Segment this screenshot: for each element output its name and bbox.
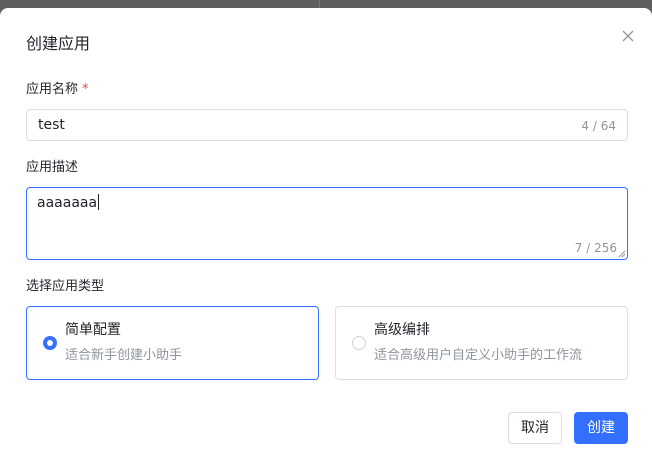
app-type-advanced[interactable]: 高级编排 适合高级用户自定义小助手的工作流 xyxy=(335,306,628,380)
radio-simple-selected[interactable] xyxy=(43,336,57,350)
app-desc-textarea[interactable]: aaaaaaa 7 / 256 xyxy=(26,187,628,260)
app-desc-text: aaaaaaa xyxy=(37,194,100,212)
close-icon xyxy=(622,30,634,42)
dialog-title: 创建应用 xyxy=(26,34,91,53)
app-name-label-text: 应用名称 xyxy=(26,82,79,97)
app-type-advanced-desc: 适合高级用户自定义小助手的工作流 xyxy=(374,348,583,363)
app-name-label: 应用名称 * xyxy=(26,81,89,99)
app-type-simple[interactable]: 简单配置 适合新手创建小助手 xyxy=(26,306,319,380)
text-caret xyxy=(98,194,100,210)
app-name-char-count: 4 / 64 xyxy=(581,119,616,133)
app-desc-label: 应用描述 xyxy=(26,160,79,175)
app-name-input[interactable]: test 4 / 64 xyxy=(26,109,628,141)
app-desc-char-count: 7 / 256 xyxy=(574,241,617,255)
app-name-value: test xyxy=(38,117,65,133)
resize-handle-icon[interactable] xyxy=(618,250,626,258)
cancel-button[interactable]: 取消 xyxy=(508,412,562,444)
radio-advanced[interactable] xyxy=(352,336,366,350)
app-type-advanced-title: 高级编排 xyxy=(374,322,430,338)
create-app-dialog: 创建应用 应用名称 * test 4 / 64 应用描述 aaaaaaa 7 / … xyxy=(0,8,652,467)
required-mark: * xyxy=(82,82,89,97)
app-type-simple-desc: 适合新手创建小助手 xyxy=(65,348,183,363)
create-button[interactable]: 创建 xyxy=(574,412,628,444)
close-button[interactable] xyxy=(618,26,638,46)
app-desc-value: aaaaaaa xyxy=(37,195,98,211)
app-type-simple-title: 简单配置 xyxy=(65,322,121,338)
app-type-label: 选择应用类型 xyxy=(26,279,105,294)
